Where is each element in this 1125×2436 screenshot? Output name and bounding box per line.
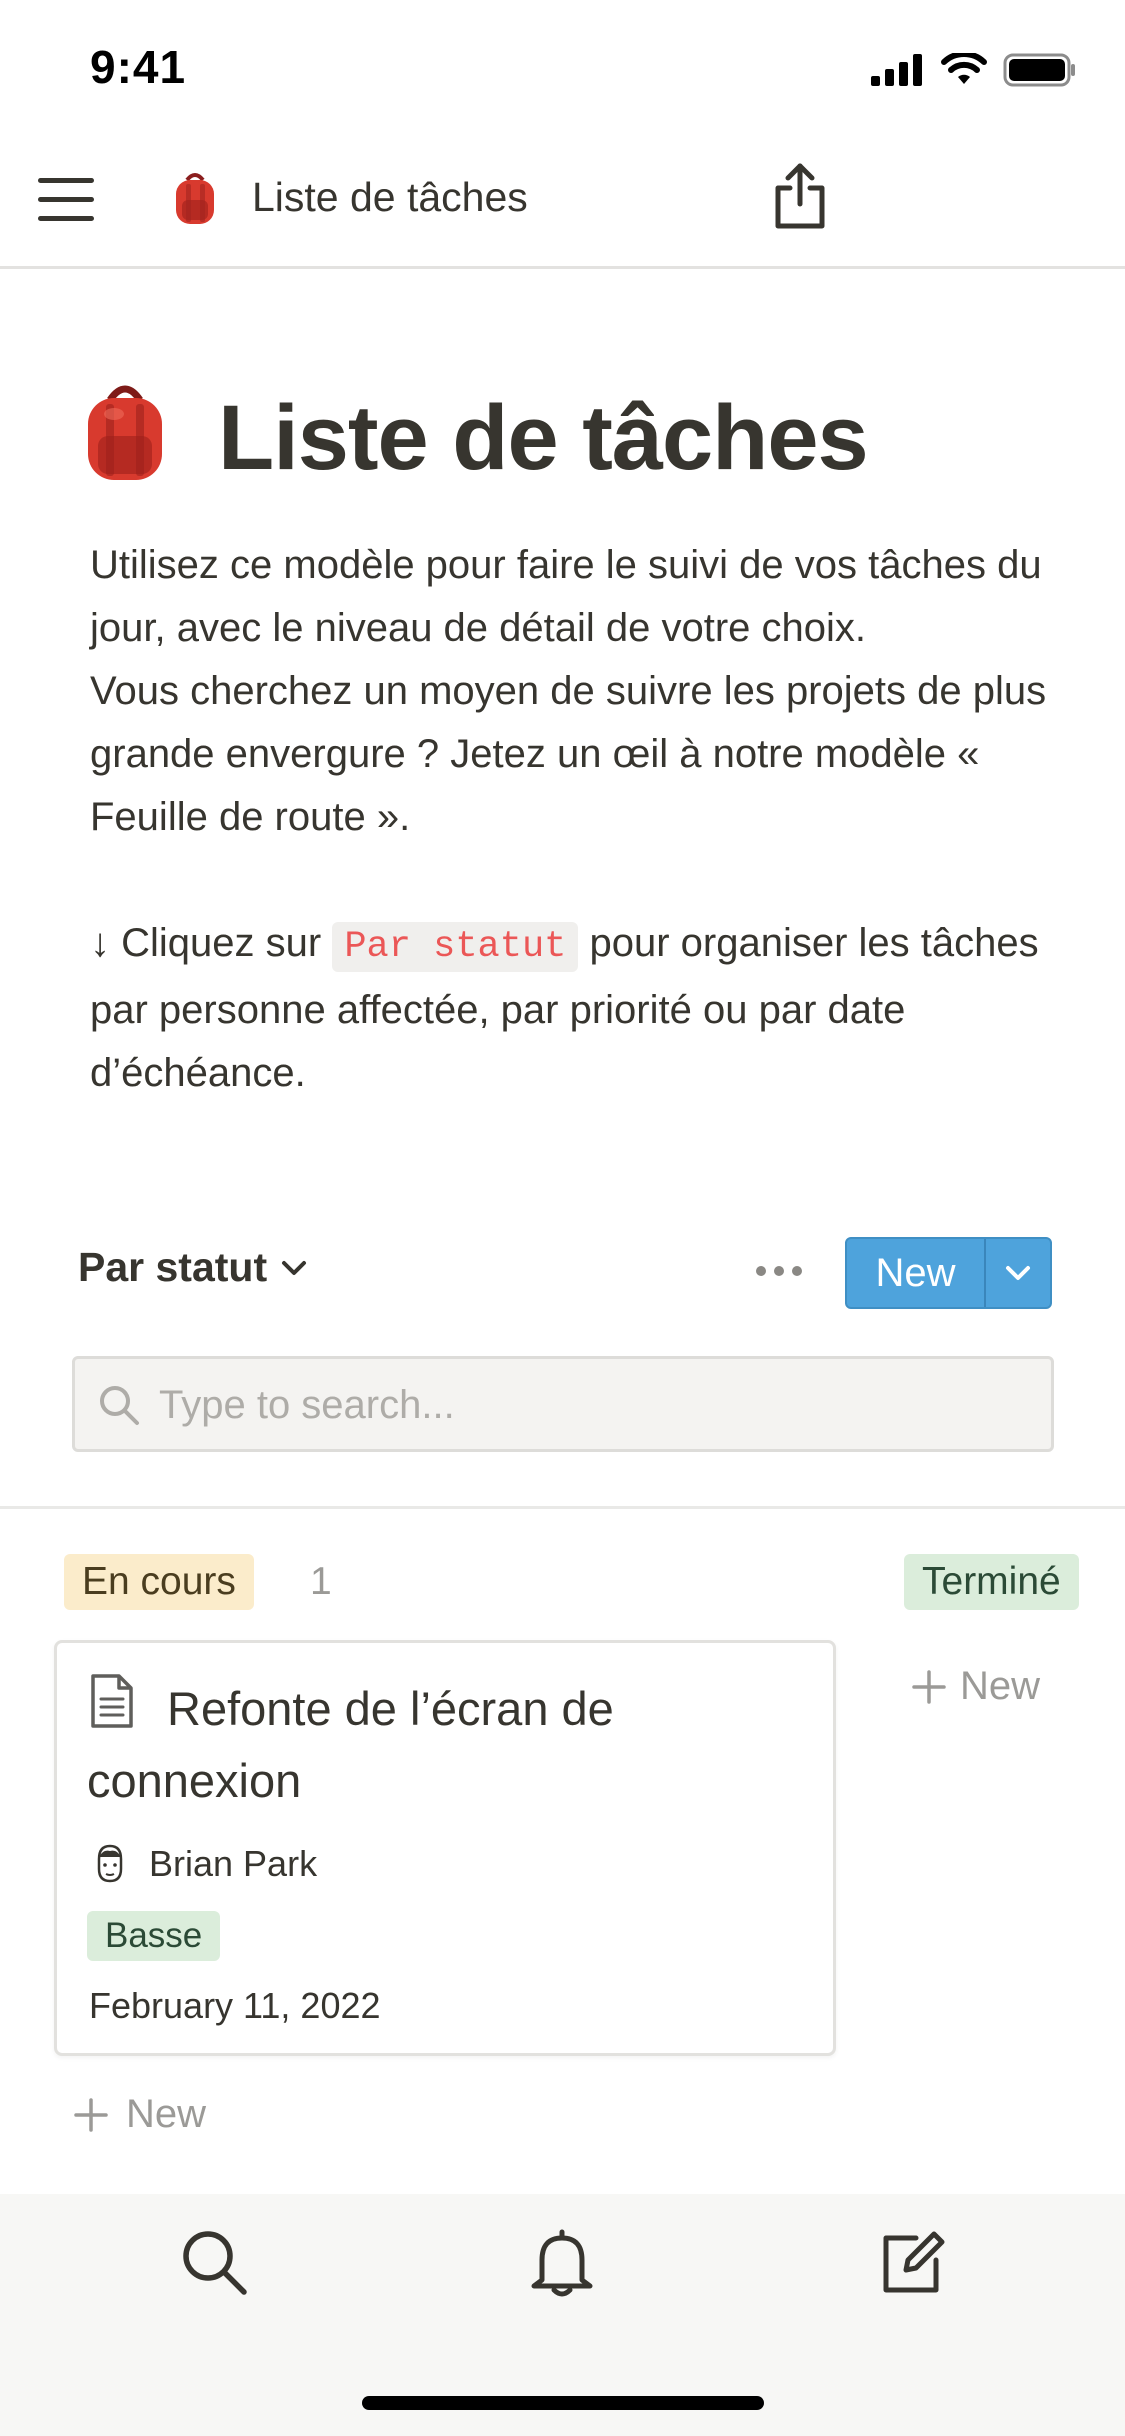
- add-card-label: New: [960, 1664, 1041, 1708]
- card-assignee: Brian Park: [91, 1843, 317, 1885]
- description-instruction: ↓ Cliquez sur Par statut pour organiser …: [90, 912, 1080, 1105]
- divider: [0, 1506, 1125, 1509]
- new-dropdown[interactable]: [986, 1239, 1050, 1307]
- instruction-prefix: ↓ Cliquez sur: [90, 921, 322, 965]
- chevron-down-icon: [1006, 1266, 1030, 1280]
- card-title: Refonte de l’écran de connexion: [87, 1682, 614, 1807]
- description-paragraph: Utilisez ce modèle pour faire le suivi d…: [90, 543, 1042, 650]
- new-button-label[interactable]: New: [847, 1239, 986, 1307]
- add-card-button-in-progress[interactable]: New: [74, 2092, 206, 2137]
- search-input[interactable]: [157, 1359, 1031, 1451]
- view-name-label: Par statut: [78, 1244, 268, 1290]
- battery-icon: [1003, 53, 1075, 87]
- column-label-in-progress[interactable]: En cours: [64, 1554, 254, 1610]
- more-options-icon[interactable]: [756, 1266, 802, 1276]
- priority-tag: Basse: [87, 1911, 221, 1961]
- search-box[interactable]: [72, 1356, 1054, 1452]
- search-icon[interactable]: [176, 2224, 252, 2300]
- compose-icon[interactable]: [874, 2224, 950, 2300]
- share-icon[interactable]: [770, 160, 830, 232]
- new-button[interactable]: New: [845, 1237, 1052, 1309]
- bell-icon[interactable]: [524, 2224, 600, 2300]
- backpack-icon: [88, 385, 162, 480]
- backpack-icon: [176, 173, 214, 224]
- page-description: Utilisez ce modèle pour faire le suivi d…: [90, 534, 1080, 1105]
- nav-title[interactable]: Liste de tâches: [252, 174, 528, 221]
- wifi-icon: [941, 53, 987, 84]
- board-card[interactable]: Refonte de l’écran de connexion Brian Pa…: [54, 1640, 836, 2056]
- column-count: 1: [310, 1560, 332, 1603]
- navigation-bar: [0, 140, 1125, 269]
- page-title: Liste de tâches: [218, 387, 869, 489]
- plus-icon: [74, 2097, 108, 2132]
- home-indicator: [362, 2396, 764, 2410]
- assignee-name: Brian Park: [149, 1843, 318, 1884]
- column-label-done[interactable]: Terminé: [904, 1554, 1079, 1610]
- add-card-button-done[interactable]: New: [912, 1664, 1040, 1709]
- description-paragraph: Vous cherchez un moyen de suivre les pro…: [90, 669, 1047, 839]
- inline-code: Par statut: [332, 922, 579, 972]
- chevron-down-icon: [282, 1260, 307, 1275]
- status-icons: [871, 50, 1077, 90]
- avatar: [97, 1844, 123, 1883]
- search-icon: [100, 1386, 139, 1425]
- signal-icon: [871, 54, 922, 86]
- status-time: 9:41: [90, 41, 187, 93]
- card-date: February 11, 2022: [89, 1985, 381, 2026]
- view-selector[interactable]: Par statut: [78, 1244, 307, 1291]
- menu-icon[interactable]: [38, 174, 94, 226]
- add-card-label: New: [126, 2092, 207, 2136]
- plus-icon: [912, 1669, 946, 1704]
